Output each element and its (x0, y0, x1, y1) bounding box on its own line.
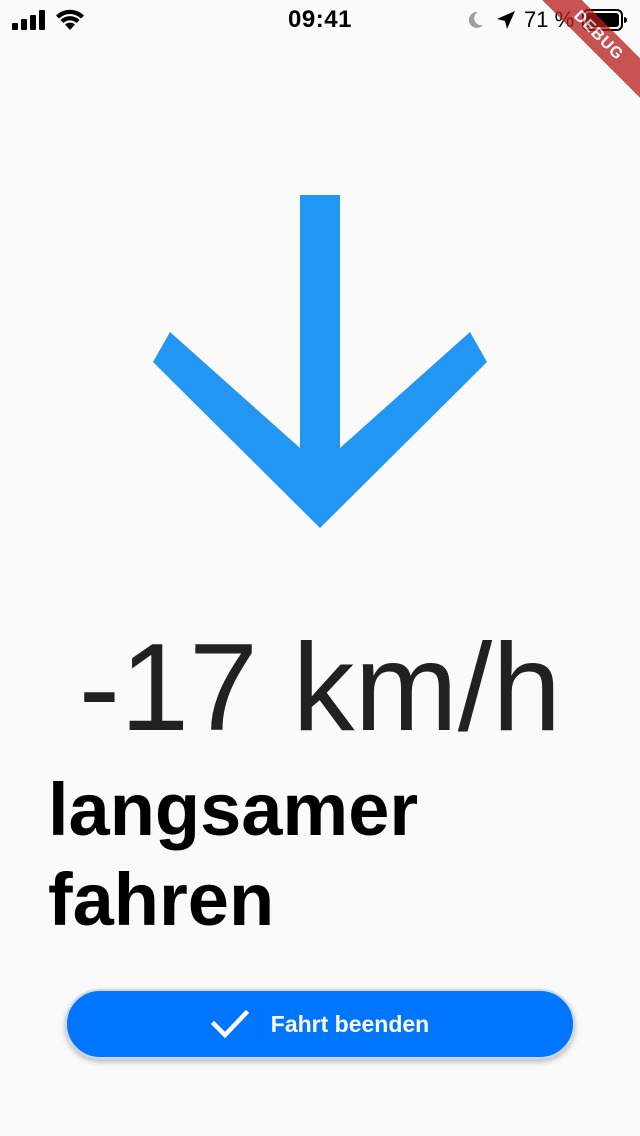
finish-ride-button-label: Fahrt beenden (270, 1010, 430, 1037)
arrow-down-icon (153, 195, 487, 528)
speed-difference: -17 km/h (78, 619, 562, 757)
instruction-line-2: fahren (48, 858, 275, 941)
check-icon (210, 1009, 249, 1039)
app-screen: 09:41 71 % DEBUG -17 km/h langsamer fahr… (0, 0, 640, 1136)
finish-ride-button[interactable]: Fahrt beenden (65, 989, 575, 1059)
instruction-line-1: langsamer (48, 768, 419, 851)
status-bar: 09:41 71 % (0, 0, 640, 40)
location-arrow-icon (497, 11, 515, 29)
driving-instruction: langsamer fahren (48, 765, 608, 945)
moon-icon (468, 11, 483, 28)
